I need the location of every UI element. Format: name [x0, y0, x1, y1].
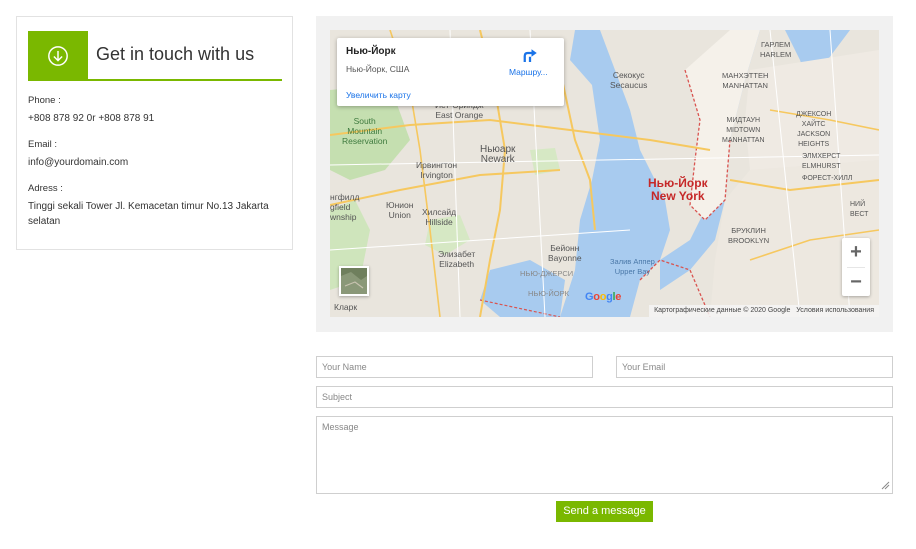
place-jackson-heights: ДЖЕКСОН ХАЙТС JACKSON HEIGHTS: [796, 111, 832, 148]
message-textarea[interactable]: [316, 416, 893, 494]
enlarge-map-link[interactable]: Увеличить карту: [346, 90, 411, 100]
place-uptown: НИЙ ВЕСТ: [850, 201, 869, 218]
place-elmhurst: ЭЛМХЕРСТ ELMHURST: [802, 153, 841, 170]
contact-title: Get in touch with us: [96, 44, 255, 64]
address-value: Tinggi sekali Tower Jl. Kemacetan timur …: [28, 201, 269, 227]
email-input[interactable]: [616, 356, 893, 378]
map-info-card: Нью-Йорк Нью-Йорк, США Увеличить карту М…: [337, 38, 564, 106]
map-container: МАНХЭТТЕН MANHATTAN ГАРЛЕМ HARLEM МИДТАУН M…: [316, 16, 893, 332]
new-york-label-en: New York: [651, 189, 705, 203]
map-card-title: Нью-Йорк: [346, 46, 396, 57]
place-irvington: Ирвингтон Irvington: [416, 160, 458, 180]
send-message-button[interactable]: Send a message: [556, 501, 653, 522]
subject-input[interactable]: [316, 386, 893, 408]
email-label: Email :: [28, 139, 58, 150]
phone-value: +808 878 92 0r +808 878 91: [28, 113, 155, 124]
place-upper-bay: Залив Аппер Upper Bay: [610, 257, 655, 276]
new-york-label: Нью-Йорк New York: [648, 177, 708, 203]
map-attribution: Картографические данные © 2020 Google Ус…: [649, 305, 879, 317]
place-bayonne: Бейонн Bayonne: [548, 243, 582, 263]
zoom-control: + −: [842, 238, 870, 296]
map-embed[interactable]: МАНХЭТТЕН MANHATTAN ГАРЛЕМ HARLEM МИДТАУН M…: [330, 30, 879, 317]
map-data-attribution: Картографические данные © 2020 Google: [654, 307, 791, 314]
textarea-resize-handle[interactable]: [880, 480, 890, 490]
google-logo: Google: [585, 291, 622, 303]
contact-header: Get in touch with us: [28, 31, 282, 81]
place-harlem: ГАРЛЕМ HARLEM: [760, 40, 792, 59]
place-clark: Кларк: [334, 302, 358, 312]
address-label: Adress :: [28, 183, 63, 194]
directions-label[interactable]: Маршру...: [509, 67, 548, 77]
place-south-mountain: South Mountain Reservation: [342, 116, 388, 146]
header-icon-box: [28, 31, 88, 80]
contact-panel: Get in touch with us Phone : +808 878 92…: [16, 16, 293, 250]
phone-label: Phone :: [28, 95, 61, 106]
email-value: info@yourdomain.com: [28, 157, 129, 168]
place-forest-hill: ФОРЕСТ-ХИЛЛ: [802, 175, 853, 182]
place-ny: НЬЮ-ЙОРК: [528, 289, 570, 298]
satellite-thumbnail-icon: [341, 268, 367, 294]
place-brooklyn: БРУКЛИН BROOKLYN: [728, 226, 770, 245]
place-union: Юнион Union: [386, 200, 414, 220]
place-springfield: нгфилд gfield wnship: [330, 192, 360, 222]
zoom-in-button[interactable]: +: [842, 238, 870, 266]
terms-of-use-link[interactable]: Условия использования: [796, 307, 874, 314]
place-nj: НЬЮ-ДЖЕРСИ: [520, 269, 574, 278]
arrow-down-circle-icon: [48, 45, 68, 66]
map-card-subtitle: Нью-Йорк, США: [346, 64, 410, 74]
directions-icon[interactable]: [521, 47, 539, 65]
place-manhattan: МАНХЭТТЕН MANHATTAN: [722, 71, 769, 90]
satellite-toggle[interactable]: [339, 266, 369, 296]
place-secaucus: Секокус Secaucus: [610, 70, 648, 90]
place-elizabeth: Элизабет Elizabeth: [438, 249, 476, 269]
zoom-out-button[interactable]: −: [842, 268, 870, 296]
place-newark: Ньюарк Newark: [480, 144, 516, 165]
place-hillside: Хилсайд Hillside: [422, 207, 457, 227]
place-midtown: МИДТАУН MIDTOWN MANHATTAN: [722, 117, 765, 144]
name-input[interactable]: [316, 356, 593, 378]
